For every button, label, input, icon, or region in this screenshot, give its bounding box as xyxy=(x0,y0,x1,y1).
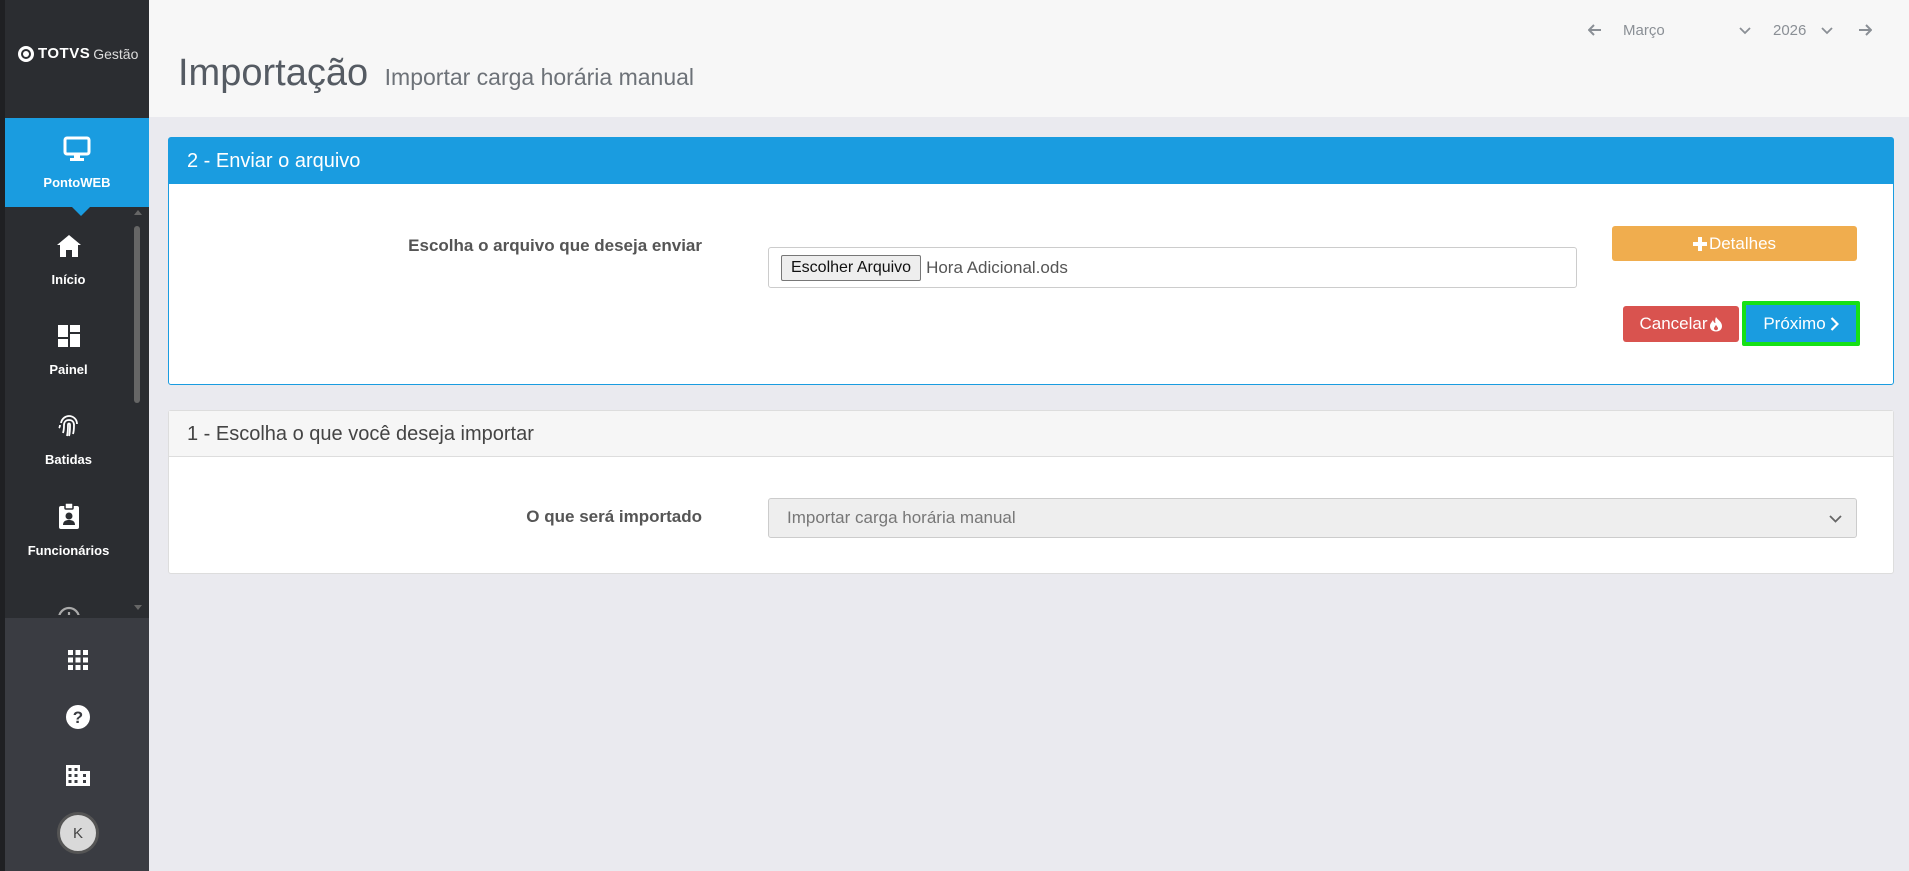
plus-icon xyxy=(1692,236,1707,251)
sidebar-item-label: Funcionários xyxy=(27,543,110,558)
fire-icon xyxy=(1709,316,1723,332)
logo-mark-icon xyxy=(18,45,34,62)
chevron-down-icon xyxy=(1821,22,1833,39)
app-logo: TOTVS Gestão xyxy=(18,45,138,62)
sidebar-item-clock[interactable] xyxy=(5,575,132,615)
month-value: Março xyxy=(1623,21,1665,39)
chevron-right-icon xyxy=(1830,316,1839,331)
badge-icon xyxy=(57,502,81,535)
next-button-label: Próximo xyxy=(1763,313,1826,333)
date-navigator: Março 2026 xyxy=(1585,18,1875,42)
sidebar-item-label: PontoWEB xyxy=(43,174,111,190)
next-button-highlight: Próximo xyxy=(1742,301,1860,346)
import-type-select[interactable]: Importar carga horária manual xyxy=(768,498,1857,538)
file-input[interactable]: Escolher Arquivo Hora Adicional.ods xyxy=(768,247,1577,288)
page-header: Importação Importar carga horária manual… xyxy=(149,0,1909,117)
help-icon[interactable]: ? xyxy=(65,704,91,730)
cancel-button[interactable]: Cancelar xyxy=(1623,306,1739,342)
sidebar-item-funcionarios[interactable]: Funcionários xyxy=(5,485,132,575)
apps-grid-icon[interactable] xyxy=(65,647,91,673)
sidebar-scrollbar[interactable] xyxy=(133,210,142,615)
sidebar-item-pontoweb[interactable]: PontoWEB xyxy=(5,118,149,216)
page-subtitle: Importar carga horária manual xyxy=(384,64,695,90)
building-icon[interactable] xyxy=(65,762,91,788)
home-icon xyxy=(55,233,83,264)
page-title-text: Importação xyxy=(178,52,369,94)
sidebar-item-batidas[interactable]: Batidas xyxy=(5,395,132,485)
logo-text: TOTVS xyxy=(38,45,91,62)
next-button[interactable]: Próximo xyxy=(1746,305,1856,342)
sidebar-item-inicio[interactable]: Início xyxy=(5,215,132,305)
dashboard-icon xyxy=(56,323,82,354)
choose-import-panel: 1 - Escolha o que você deseja importar O… xyxy=(168,410,1894,574)
import-type-label: O que será importado xyxy=(526,507,702,526)
avatar[interactable]: K xyxy=(57,812,99,854)
monitor-icon xyxy=(63,136,91,167)
sidebar: TOTVS Gestão PontoWEB Início Painel Bati… xyxy=(0,0,149,871)
sidebar-nav-list: Início Painel Batidas Funcionários xyxy=(5,215,132,615)
sidebar-item-label: Batidas xyxy=(45,452,92,467)
choose-file-button[interactable]: Escolher Arquivo xyxy=(781,254,922,281)
month-select[interactable]: Março xyxy=(1623,22,1751,39)
year-select[interactable]: 2026 xyxy=(1773,22,1833,39)
choose-import-panel-title: 1 - Escolha o que você deseja importar xyxy=(169,411,1893,457)
file-field-label: Escolha o arquivo que deseja enviar xyxy=(408,236,702,255)
sidebar-bottom: ? K xyxy=(5,618,149,871)
next-month-arrow-icon[interactable] xyxy=(1855,20,1875,40)
selected-file-name: Hora Adicional.ods xyxy=(926,257,1068,277)
import-type-value: Importar carga horária manual xyxy=(787,508,1016,527)
details-button[interactable]: Detalhes xyxy=(1612,226,1857,261)
page-title: Importação Importar carga horária manual xyxy=(178,52,694,95)
send-file-panel: 2 - Enviar o arquivo Escolha o arquivo q… xyxy=(168,137,1894,385)
fingerprint-icon xyxy=(56,413,82,444)
chevron-down-icon xyxy=(1739,22,1751,39)
send-file-panel-title: 2 - Enviar o arquivo xyxy=(169,138,1893,184)
sidebar-item-label: Início xyxy=(51,272,86,287)
details-button-label: Detalhes xyxy=(1708,233,1777,253)
year-value: 2026 xyxy=(1773,21,1807,39)
scroll-up-arrow-icon[interactable] xyxy=(134,210,142,215)
svg-text:?: ? xyxy=(73,708,83,727)
sidebar-item-painel[interactable]: Painel xyxy=(5,305,132,395)
chevron-down-icon xyxy=(1829,508,1842,528)
scroll-thumb[interactable] xyxy=(134,226,140,403)
scroll-down-arrow-icon[interactable] xyxy=(134,605,142,610)
cancel-button-label: Cancelar xyxy=(1639,314,1708,333)
logo-subtext: Gestão xyxy=(93,45,139,62)
sidebar-item-label: Painel xyxy=(49,362,88,377)
previous-month-arrow-icon[interactable] xyxy=(1585,20,1605,40)
clock-icon xyxy=(56,605,82,615)
